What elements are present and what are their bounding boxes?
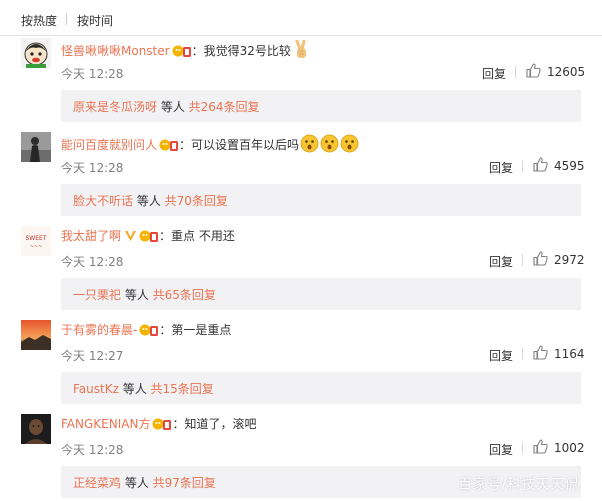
thumbs-up-icon [533,345,548,360]
victory-hand-emoji-icon [295,40,306,58]
comment-text: ：第一是重点 [159,323,232,337]
member-badge-icon [172,45,191,57]
comment-time: 今天 12:28 [61,161,124,175]
reply-button[interactable]: 回复 [489,159,513,176]
sub-reply-connector: 等人 [118,382,151,396]
sort-by-time-tab[interactable]: 按时间 [77,12,113,29]
username[interactable]: 怪兽啾啾啾Monster [61,44,170,58]
username[interactable]: 能问百度就别问人 [61,138,157,152]
sub-replies-summary[interactable]: 脸大不听话 等人 共70条回复 [61,184,581,216]
like-count: 1002 [554,441,585,455]
sub-reply-connector: 等人 [121,476,153,490]
like-count: 1164 [554,347,585,361]
comment-time: 今天 12:28 [61,255,124,269]
sub-replies-summary[interactable]: 一只栗祀 等人 共65条回复 [61,278,581,310]
action-divider [515,66,516,78]
comment-text: ：可以设置百年以后吗 [179,138,300,152]
sub-reply-connector: 等人 [133,194,165,208]
sub-reply-user[interactable]: FaustKz [73,382,119,396]
sort-bar: 按热度 按时间 [0,0,602,36]
member-badge-icon [152,418,172,430]
action-divider [522,254,523,266]
sub-reply-count[interactable]: 共70条回复 [165,194,228,208]
sub-reply-user[interactable]: 一只栗祀 [73,288,121,302]
member-badge-icon [159,139,179,151]
comment-time: 今天 12:27 [61,349,124,363]
comment-time: 今天 12:28 [61,443,124,457]
avatar[interactable] [21,132,51,162]
sort-divider [66,13,67,25]
sub-reply-connector: 等人 [157,100,189,114]
sub-reply-connector: 等人 [121,288,153,302]
comment-text: ：重点 不用还 [159,229,235,243]
member-badge-icon [139,324,159,336]
thumbs-up-icon [533,439,548,454]
avatar[interactable] [21,414,51,444]
sub-reply-count[interactable]: 共15条回复 [151,382,214,396]
surprised-face-emoji-icon [320,134,339,153]
reply-button[interactable]: 回复 [482,65,506,82]
username[interactable]: 我太甜了啊 [61,229,121,243]
username[interactable]: 于有雾的春晨- [61,323,137,337]
avatar[interactable] [21,38,51,68]
svg-text:SWEET: SWEET [26,235,47,242]
sub-reply-user[interactable]: 脸大不听话 [73,194,133,208]
sub-reply-user[interactable]: 正经菜鸡 [73,476,121,490]
username[interactable]: FANGKENIAN方 [61,417,150,431]
sub-reply-user[interactable]: 原来是冬瓜汤呀 [73,100,157,114]
like-count: 2972 [554,253,585,267]
surprised-face-emoji-icon [340,134,359,153]
reply-button[interactable]: 回复 [489,441,513,458]
comment-text: ：我觉得32号比较 [191,44,291,58]
sub-reply-count[interactable]: 共65条回复 [153,288,216,302]
action-divider [522,348,523,360]
member-badge-icon [139,230,159,242]
avatar[interactable]: SWEET ~~~ [21,226,51,256]
thumbs-up-icon [533,251,548,266]
surprised-face-emoji-icon [300,134,319,153]
sub-reply-count[interactable]: 共97条回复 [153,476,216,490]
like-count: 4595 [554,159,585,173]
comment-text: ：知道了，滚吧 [172,417,257,431]
reply-button[interactable]: 回复 [489,253,513,270]
sub-replies-summary[interactable]: FaustKz 等人 共15条回复 [61,372,581,404]
like-count: 12605 [547,65,586,79]
thumbs-up-icon [526,63,541,78]
thumbs-up-icon [533,157,548,172]
sub-replies-summary[interactable]: 原来是冬瓜汤呀 等人 共264条回复 [61,90,581,122]
reply-button[interactable]: 回复 [489,347,513,364]
svg-text:~~~: ~~~ [30,244,43,250]
sub-reply-count[interactable]: 共264条回复 [189,100,260,114]
comment-time: 今天 12:28 [61,67,124,81]
action-divider [522,160,523,172]
verified-v-icon [125,231,137,241]
action-divider [522,442,523,454]
sort-by-hot-tab[interactable]: 按热度 [21,12,57,29]
avatar[interactable] [21,320,51,350]
watermark: 百家号/科技天天侃 [458,477,580,493]
